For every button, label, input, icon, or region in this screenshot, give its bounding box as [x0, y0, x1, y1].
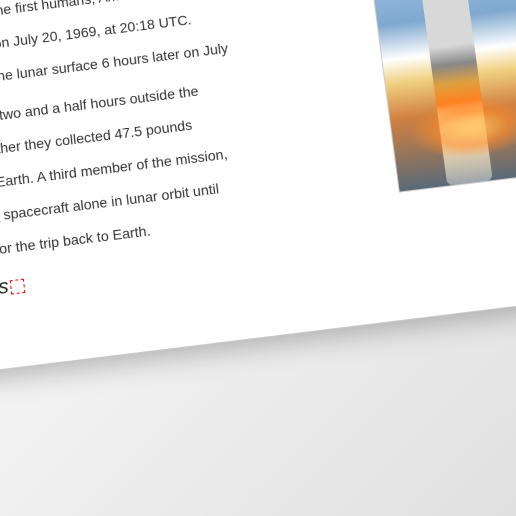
editor-body[interactable]: spaceflight that landed the first humans… — [0, 0, 516, 386]
text-content[interactable]: spaceflight that landed the first humans… — [0, 0, 396, 359]
rich-text-editor: ABC▾ Ω Источник 123 „ — [0, 0, 516, 387]
rocket-launch-image[interactable] — [368, 0, 516, 193]
anchor-icon[interactable] — [10, 278, 26, 294]
